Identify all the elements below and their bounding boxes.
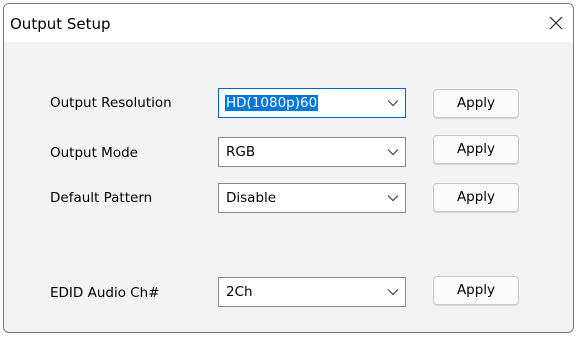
close-button[interactable] [543, 10, 569, 36]
edid-audio-ch-select[interactable]: 2Ch [218, 277, 406, 307]
default-pattern-value: Disable [226, 190, 277, 206]
output-mode-label: Output Mode [50, 145, 138, 161]
apply-default-pattern-button[interactable]: Apply [433, 183, 519, 212]
chevron-down-icon [387, 99, 399, 107]
chevron-down-icon [387, 148, 399, 156]
edid-audio-ch-value: 2Ch [226, 284, 253, 300]
chevron-down-icon [387, 194, 399, 202]
output-resolution-select[interactable]: HD(1080p)60 [218, 88, 406, 118]
output-mode-select[interactable]: RGB [218, 137, 406, 167]
apply-output-resolution-button[interactable]: Apply [433, 89, 519, 118]
apply-output-mode-button[interactable]: Apply [433, 135, 519, 164]
default-pattern-label: Default Pattern [50, 190, 153, 206]
output-setup-dialog: Output Setup Output Resolution HD(1080p)… [3, 3, 574, 333]
chevron-down-icon [387, 288, 399, 296]
dialog-title: Output Setup [10, 15, 111, 33]
output-resolution-label: Output Resolution [50, 95, 172, 111]
title-bar: Output Setup [4, 4, 573, 42]
default-pattern-select[interactable]: Disable [218, 183, 406, 213]
apply-edid-audio-ch-button[interactable]: Apply [433, 276, 519, 305]
close-icon [549, 16, 563, 30]
edid-audio-ch-label: EDID Audio Ch# [50, 285, 160, 301]
output-resolution-value: HD(1080p)60 [225, 95, 319, 111]
output-mode-value: RGB [226, 144, 256, 160]
